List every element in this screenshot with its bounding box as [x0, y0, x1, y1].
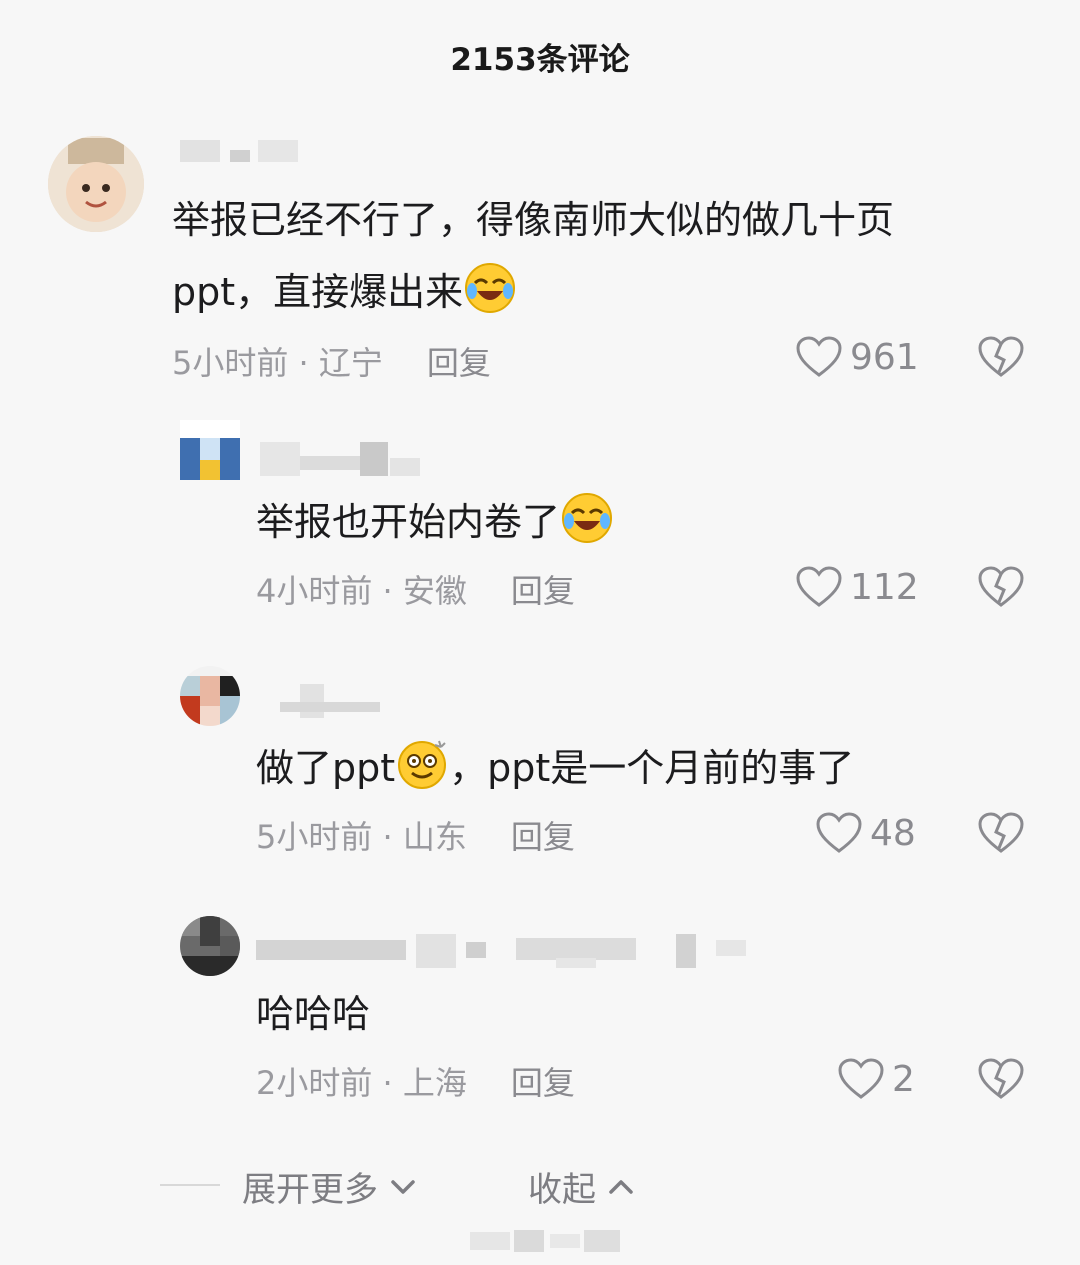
expand-more-label: 展开更多 [242, 1170, 378, 1210]
chevron-down-icon [391, 1179, 415, 1194]
like-button[interactable]: 961 [796, 336, 919, 378]
blurred-username [256, 934, 746, 968]
broken-heart-icon[interactable] [978, 1058, 1024, 1100]
comment-meta: 2小时前 · 上海 回复 [256, 1058, 575, 1104]
avatar[interactable] [48, 136, 144, 232]
blurred-username [180, 140, 300, 162]
like-count: 112 [850, 566, 919, 608]
comment-text: 举报也开始内卷了 [256, 486, 614, 558]
avatar[interactable] [180, 916, 240, 976]
divider-line [160, 1184, 220, 1186]
heart-icon [838, 1058, 884, 1099]
comment-meta: 5小时前 · 山东 回复 [256, 812, 575, 858]
time-location: 4小时前 · 安徽 [256, 572, 467, 610]
chevron-up-icon [609, 1179, 633, 1194]
reply-button[interactable]: 回复 [511, 1064, 575, 1102]
blurred-bottom-content [470, 1228, 620, 1254]
collapse-label: 收起 [528, 1170, 596, 1210]
like-button[interactable]: 112 [796, 566, 919, 608]
reply-button[interactable]: 回复 [511, 818, 575, 856]
blurred-username [280, 684, 380, 718]
comment-text: ppt，直接爆出来 [172, 256, 517, 328]
like-button[interactable]: 48 [816, 812, 916, 854]
time-location: 5小时前 · 山东 [256, 818, 467, 856]
like-count: 48 [870, 812, 916, 854]
like-count: 2 [892, 1058, 915, 1100]
heart-icon [816, 812, 862, 853]
comment-meta: 4小时前 · 安徽 回复 [256, 566, 575, 612]
like-count: 961 [850, 336, 919, 378]
heart-icon [796, 336, 842, 377]
dizzy-smile-emoji-icon [395, 737, 449, 791]
comment-text: 举报已经不行了，得像南师大似的做几十页 [172, 198, 895, 242]
collapse-button[interactable]: 收起 [528, 1162, 638, 1211]
comment-text: 做了ppt ，ppt是一个月前的事了 [256, 732, 854, 804]
broken-heart-icon[interactable] [978, 336, 1024, 378]
laughing-crying-emoji-icon [463, 261, 517, 315]
broken-heart-icon[interactable] [978, 566, 1024, 608]
replies-footer: 展开更多 收起 [0, 1160, 1080, 1210]
blurred-username [260, 442, 420, 476]
time-location: 2小时前 · 上海 [256, 1064, 467, 1102]
avatar[interactable] [180, 666, 240, 726]
expand-more-button[interactable]: 展开更多 [242, 1162, 420, 1211]
comment-text: 哈哈哈 [256, 992, 371, 1036]
comment-count-title: 2153条评论 [450, 42, 630, 78]
heart-icon [796, 566, 842, 607]
broken-heart-icon[interactable] [978, 812, 1024, 854]
reply-button[interactable]: 回复 [427, 344, 491, 382]
comment-meta: 5小时前 · 辽宁 回复 [172, 338, 491, 384]
reply-button[interactable]: 回复 [511, 572, 575, 610]
time-location: 5小时前 · 辽宁 [172, 344, 383, 382]
laughing-crying-emoji-icon [560, 491, 614, 545]
like-button[interactable]: 2 [838, 1058, 915, 1100]
avatar[interactable] [180, 420, 240, 480]
